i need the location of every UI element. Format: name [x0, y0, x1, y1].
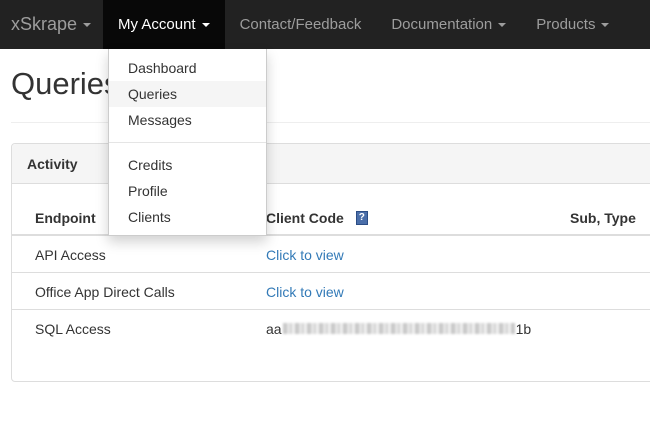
brand-menu[interactable]: xSkrape [0, 0, 103, 49]
activity-table: Endpoint Client Code ? Sub, Type API Acc… [11, 199, 650, 347]
menu-item-messages[interactable]: Messages [109, 107, 266, 133]
table-header-row: Endpoint Client Code ? Sub, Type [11, 199, 650, 236]
redacted-code [282, 323, 515, 334]
nav-documentation[interactable]: Documentation [376, 0, 521, 49]
endpoint-cell: SQL Access [35, 320, 111, 337]
menu-item-dashboard[interactable]: Dashboard [109, 55, 266, 81]
table-row: Office App Direct Calls Click to view [11, 273, 650, 310]
chevron-down-icon [83, 22, 92, 27]
menu-item-clients[interactable]: Clients [109, 204, 266, 230]
page-title: Queries [11, 66, 120, 101]
nav-products[interactable]: Products [521, 0, 624, 49]
endpoint-cell: Office App Direct Calls [35, 283, 175, 300]
menu-item-credits[interactable]: Credits [109, 152, 266, 178]
client-code-link[interactable]: Click to view [266, 273, 344, 310]
menu-item-queries[interactable]: Queries [109, 81, 266, 107]
nav-contact-feedback-label: Contact/Feedback [239, 16, 362, 33]
client-code-prefix: aa [266, 320, 282, 337]
chevron-down-icon [498, 22, 507, 27]
column-header-sub-type: Sub, Type [570, 209, 636, 226]
client-code-value: aa 1b [266, 310, 531, 347]
chevron-down-icon [601, 22, 610, 27]
help-icon[interactable]: ? [355, 210, 368, 225]
client-code-link[interactable]: Click to view [266, 236, 344, 273]
table-row: API Access Click to view [11, 236, 650, 273]
client-code-suffix: 1b [515, 320, 532, 337]
title-divider [11, 122, 650, 123]
nav-my-account[interactable]: My Account [103, 0, 225, 49]
nav-contact-feedback[interactable]: Contact/Feedback [225, 0, 377, 49]
column-header-endpoint: Endpoint [35, 209, 96, 226]
nav-my-account-label: My Account [118, 16, 196, 33]
brand-label: xSkrape [11, 14, 78, 34]
top-navbar: xSkrape My Account Contact/Feedback Docu… [0, 0, 650, 49]
chevron-down-icon [201, 22, 210, 27]
column-header-client-code-label: Client Code [266, 209, 344, 226]
menu-item-profile[interactable]: Profile [109, 178, 266, 204]
column-header-client-code: Client Code ? [266, 199, 368, 236]
nav-products-label: Products [536, 16, 596, 33]
nav-documentation-label: Documentation [391, 16, 493, 33]
endpoint-cell: API Access [35, 246, 106, 263]
table-row: SQL Access aa 1b [11, 310, 650, 347]
menu-divider [109, 142, 266, 143]
my-account-dropdown: Dashboard Queries Messages Credits Profi… [108, 49, 267, 236]
